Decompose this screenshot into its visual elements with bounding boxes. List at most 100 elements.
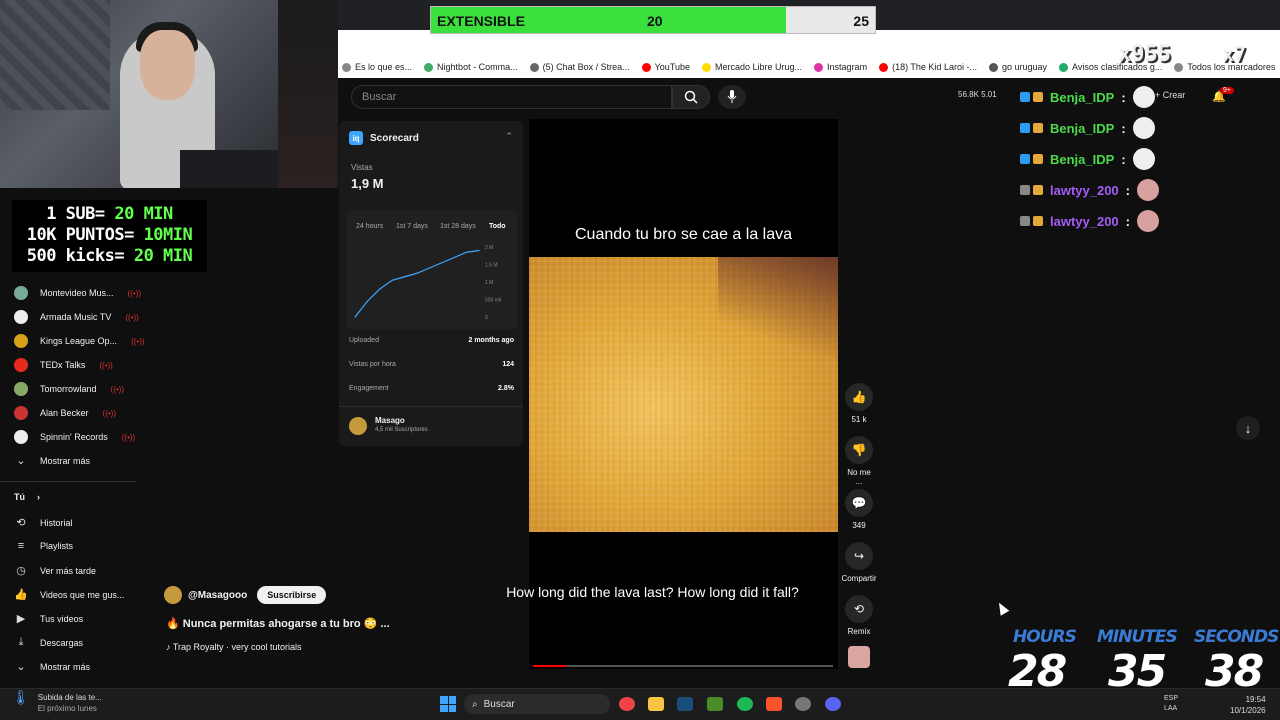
bookmark-item[interactable]: Mercado Libre Urug... [702,62,802,72]
bookmark-item[interactable]: (5) Chat Box / Strea... [529,62,630,72]
badge-icon [1033,216,1043,226]
scorecard-channel[interactable]: Masago [375,416,405,425]
subscribe-button[interactable]: Suscribirse [257,586,327,604]
scorecard-logo-icon: iq [349,131,363,145]
live-indicator-icon: ((•)) [125,312,139,322]
share-button[interactable]: ↪ Compartir [839,542,879,583]
subscription-item[interactable]: Spinnin' Records ((•)) [14,430,135,444]
brave-icon[interactable] [766,697,782,711]
bookmark-favicon-icon [1174,62,1184,72]
you-nav-item[interactable]: ≡ Playlists [14,540,73,552]
you-nav-item[interactable]: ⌄ Mostrar más [14,660,90,673]
video-progress-bar[interactable] [533,665,833,667]
music-credit[interactable]: ♪ Trap Royalty · very cool tutorials [166,642,302,652]
your-videos-icon: ▶ [16,613,26,625]
search-button[interactable] [672,85,710,109]
bookmark-item[interactable]: Es lo que es... [342,62,412,72]
search-icon [684,90,698,104]
taskbar-search[interactable]: ⌕ Buscar [464,694,610,714]
voice-search-button[interactable] [718,85,746,109]
subscription-item[interactable]: Tomorrowland ((•)) [14,382,124,396]
next-video-button[interactable]: ↓ [1236,416,1260,440]
dislike-button[interactable]: 👎 No me ... [843,436,875,486]
chat-username: lawtyy_200 [1050,182,1119,198]
channel-avatar-small[interactable] [164,586,182,604]
live-indicator-icon: ((•)) [110,384,124,394]
like-button[interactable]: 👍 51 k [843,383,875,424]
badge-icon [1020,154,1030,164]
tf-7d[interactable]: 1st 7 days [396,223,428,230]
taskbar-clock[interactable]: 19:54 10/1/2026 [1230,694,1266,716]
subscription-item[interactable]: Montevideo Mus... ((•)) [14,286,141,300]
dislike-label: No me ... [847,468,871,486]
tf-28d[interactable]: 1st 28 days [440,223,476,230]
minecraft-icon[interactable] [707,697,723,711]
remix-label: Remix [847,627,871,636]
channel-handle[interactable]: @Masagooo [188,590,247,601]
tf-24h[interactable]: 24 hours [356,223,383,230]
scorecard-panel: iq Scorecard ⌃ Vistas 1,9 M 24 hours 1st… [339,121,523,446]
bookmark-item[interactable]: (18) The Kid Laroi -... [879,62,977,72]
spotify-icon[interactable] [737,697,753,711]
chat-message: Benja_IDP: [1020,117,1155,139]
discord-icon[interactable] [825,697,841,711]
language-indicator[interactable]: ESP LAA [1164,694,1178,714]
y-tick-label: 0 [485,315,488,321]
weather-widget[interactable]: 🌡 Subida de las te... El próximo lunes [12,690,102,714]
subscription-item[interactable]: TEDx Talks ((•)) [14,358,113,372]
chat-separator: : [1121,89,1126,105]
badge-icon [1020,92,1030,102]
show-more-subscriptions[interactable]: ⌄ Mostrar más [14,454,90,467]
extensible-max: 25 [853,13,869,29]
chrome-icon[interactable] [619,697,635,711]
emote-icon [1137,179,1160,201]
remix-button[interactable]: ⟲ Remix [843,595,875,636]
views-point [354,316,356,318]
hours-label: HOURS [1013,627,1077,647]
windows-start-icon[interactable] [440,696,456,712]
sound-thumbnail[interactable] [848,646,870,668]
views-chart: 24 hours 1st 7 days 1st 28 days Todo 0 50… [347,209,517,329]
webcam-side [278,0,338,188]
bookmark-item[interactable]: YouTube [641,62,690,72]
obs-icon[interactable] [795,697,811,711]
you-nav-item[interactable]: ◷ Ver más tarde [14,564,96,577]
you-section-header[interactable]: Tú › [14,492,40,502]
views-label: Vistas [351,163,373,172]
views-point [428,267,430,269]
you-nav-item[interactable]: ▶ Tus videos [14,612,83,625]
comments-button[interactable]: 💬 349 [843,489,875,530]
channel-avatar [14,358,28,372]
chevron-up-icon[interactable]: ⌃ [505,131,513,142]
bookmark-item[interactable]: Nightbot - Comma... [424,62,518,72]
badge-icon [1020,185,1030,195]
steam-icon[interactable] [677,697,693,711]
you-nav-item[interactable]: ⟲ Historial [14,516,72,529]
subscription-item[interactable]: Armada Music TV ((•)) [14,310,139,324]
divider [0,481,136,482]
webcam-feed [0,0,278,188]
chat-username: Benja_IDP [1050,151,1115,167]
video-title[interactable]: 🔥 Nunca permitas ahogarse a tu bro 😳 ... [166,617,390,630]
folder-icon[interactable] [648,697,664,711]
views-point [416,272,418,274]
views-point [441,262,443,264]
share-icon: ↪ [845,542,873,570]
channel-avatar[interactable] [349,417,367,435]
subscription-item[interactable]: Alan Becker ((•)) [14,406,116,420]
tf-all[interactable]: Todo [489,223,506,230]
scorecard-title: Scorecard [370,132,419,144]
bookmark-item[interactable]: go uruguay [988,62,1047,72]
subscription-item[interactable]: Kings League Op... ((•)) [14,334,145,348]
watch-later-icon: ◷ [16,565,26,577]
you-nav-item[interactable]: 👍 Videos que me gus... [14,588,124,601]
you-nav-item[interactable]: ⤓ Descargas [14,636,83,649]
engagement-row: Engagement 2.8% [349,385,514,392]
search-input[interactable]: Buscar [351,85,672,109]
bookmark-item[interactable]: Instagram [814,62,867,72]
seconds-label: SECONDS [1194,627,1279,647]
chat-username: Benja_IDP [1050,120,1115,136]
badge-icon [1020,123,1030,133]
create-button[interactable]: + Crear [1155,90,1185,100]
y-tick-label: 1.5 M [485,263,498,269]
